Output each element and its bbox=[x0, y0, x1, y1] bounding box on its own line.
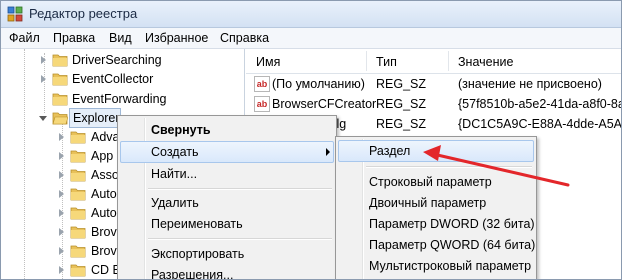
folder-icon bbox=[52, 53, 68, 67]
tree-item-label: Auto bbox=[91, 187, 117, 201]
column-divider[interactable] bbox=[366, 51, 367, 71]
folder-icon bbox=[70, 263, 86, 277]
folder-icon bbox=[70, 244, 86, 258]
registry-editor-icon bbox=[7, 6, 23, 22]
submenu-item-binary-value[interactable]: Двоичный параметр bbox=[336, 192, 536, 214]
menu-item-label: Удалить bbox=[151, 196, 199, 210]
menu-item-label: Создать bbox=[151, 145, 199, 159]
folder-icon bbox=[70, 187, 86, 201]
column-header-value[interactable]: Значение bbox=[458, 55, 513, 69]
tree-item-label: Brov bbox=[91, 244, 117, 258]
tree-item-label: EventCollector bbox=[72, 72, 154, 86]
tree-item-label: Brov bbox=[91, 225, 117, 239]
folder-icon bbox=[70, 168, 86, 182]
menu-item-permissions[interactable]: Разрешения... bbox=[118, 264, 336, 280]
menu-item-create[interactable]: Создать bbox=[118, 141, 336, 163]
menu-item-find[interactable]: Найти... bbox=[118, 163, 336, 185]
column-header-type[interactable]: Тип bbox=[376, 55, 397, 69]
menu-item-label: Найти... bbox=[151, 167, 198, 181]
folder-icon bbox=[52, 92, 68, 106]
list-row[interactable]: ab BrowserCFCreator REG_SZ {57f8510b-a5e… bbox=[246, 94, 621, 114]
expand-arrow-icon[interactable] bbox=[59, 152, 64, 160]
menu-separator bbox=[148, 188, 332, 190]
expand-arrow-icon[interactable] bbox=[41, 75, 46, 83]
menu-file[interactable]: Файл bbox=[9, 31, 40, 45]
menu-item-label: Свернуть bbox=[151, 123, 211, 137]
expand-arrow-icon[interactable] bbox=[41, 56, 46, 64]
menu-item-label: Параметр QWORD (64 бита) bbox=[369, 238, 536, 252]
expand-arrow-icon[interactable] bbox=[59, 209, 64, 217]
expand-arrow-icon[interactable] bbox=[59, 247, 64, 255]
tree-item-label: Auto bbox=[91, 206, 117, 220]
tree-item-label: Asso bbox=[91, 168, 119, 182]
tree-item-eventforwarding[interactable]: EventForwarding bbox=[1, 89, 244, 109]
column-divider[interactable] bbox=[448, 51, 449, 71]
menu-favorites[interactable]: Избранное bbox=[145, 31, 208, 45]
value-name: BrowserCFCreator bbox=[272, 97, 377, 111]
menu-item-label: Мультистроковый параметр bbox=[369, 259, 532, 273]
folder-icon bbox=[52, 72, 68, 86]
expand-arrow-icon[interactable] bbox=[59, 266, 64, 274]
context-menu: Свернуть Создать Найти... Удалить Переим… bbox=[117, 115, 337, 280]
expand-arrow-icon[interactable] bbox=[59, 228, 64, 236]
expand-arrow-icon[interactable] bbox=[59, 133, 64, 141]
tree-item-label: DriverSearching bbox=[72, 53, 162, 67]
folder-icon bbox=[70, 225, 86, 239]
value-data: (значение не присвоено) bbox=[458, 77, 602, 91]
value-data: {DC1C5A9C-E88A-4dde-A5A1-6 bbox=[458, 117, 622, 131]
create-submenu: Раздел Строковый параметр Двоичный парам… bbox=[335, 136, 537, 279]
menu-view[interactable]: Вид bbox=[109, 31, 132, 45]
list-header: Имя Тип Значение bbox=[246, 49, 621, 74]
menu-item-label: Переименовать bbox=[151, 217, 243, 231]
folder-open-icon bbox=[52, 111, 69, 125]
menu-item-label: Параметр DWORD (32 бита) bbox=[369, 217, 535, 231]
expand-arrow-icon[interactable] bbox=[59, 171, 64, 179]
folder-icon bbox=[70, 206, 86, 220]
registry-editor-window: Редактор реестра Файл Правка Вид Избранн… bbox=[0, 0, 622, 280]
value-type: REG_SZ bbox=[376, 117, 427, 131]
submenu-item-dword-value[interactable]: Параметр DWORD (32 бита) bbox=[336, 213, 536, 235]
menu-item-collapse[interactable]: Свернуть bbox=[118, 119, 336, 141]
submenu-item-multistring-value[interactable]: Мультистроковый параметр bbox=[336, 255, 536, 277]
string-value-icon: ab bbox=[254, 96, 270, 112]
title-bar[interactable]: Редактор реестра bbox=[1, 1, 621, 28]
expand-arrow-icon[interactable] bbox=[59, 190, 64, 198]
value-data: {57f8510b-a5e2-41da-a8f0-8a bbox=[458, 97, 622, 111]
menu-separator bbox=[366, 166, 532, 168]
menu-item-rename[interactable]: Переименовать bbox=[118, 213, 336, 235]
menu-item-delete[interactable]: Удалить bbox=[118, 192, 336, 214]
submenu-item-qword-value[interactable]: Параметр QWORD (64 бита) bbox=[336, 234, 536, 256]
list-row[interactable]: ab (По умолчанию) REG_SZ (значение не пр… bbox=[246, 74, 621, 94]
menu-help[interactable]: Справка bbox=[220, 31, 269, 45]
tree-item-label: Adva bbox=[91, 130, 120, 144]
value-type: REG_SZ bbox=[376, 77, 427, 91]
submenu-item-key[interactable]: Раздел bbox=[336, 140, 536, 162]
menu-bar: Файл Правка Вид Избранное Справка bbox=[1, 28, 621, 49]
folder-icon bbox=[70, 130, 86, 144]
tree-item-label: Explorer bbox=[73, 111, 120, 125]
tree-item-label: App bbox=[91, 149, 114, 163]
menu-item-label: Раздел bbox=[369, 144, 411, 158]
tree-item-eventcollector[interactable]: EventCollector bbox=[1, 69, 244, 89]
menu-item-label: Двоичный параметр bbox=[369, 196, 487, 210]
tree-item-driversearching[interactable]: DriverSearching bbox=[1, 50, 244, 70]
menu-item-label: Строковый параметр bbox=[369, 175, 492, 189]
column-header-name[interactable]: Имя bbox=[256, 55, 280, 69]
submenu-arrow-icon bbox=[326, 148, 330, 156]
submenu-item-string-value[interactable]: Строковый параметр bbox=[336, 171, 536, 193]
value-type: REG_SZ bbox=[376, 97, 427, 111]
window-title: Редактор реестра bbox=[29, 6, 138, 21]
menu-item-export[interactable]: Экспортировать bbox=[118, 243, 336, 265]
folder-icon bbox=[70, 149, 86, 163]
tree-item-label: EventForwarding bbox=[72, 92, 167, 106]
string-value-icon: ab bbox=[254, 76, 270, 92]
collapse-arrow-icon[interactable] bbox=[39, 116, 47, 121]
value-name: (По умолчанию) bbox=[272, 77, 365, 91]
menu-item-label: Разрешения... bbox=[151, 268, 234, 280]
menu-separator bbox=[148, 238, 332, 240]
menu-edit[interactable]: Правка bbox=[53, 31, 95, 45]
menu-item-label: Экспортировать bbox=[151, 247, 245, 261]
